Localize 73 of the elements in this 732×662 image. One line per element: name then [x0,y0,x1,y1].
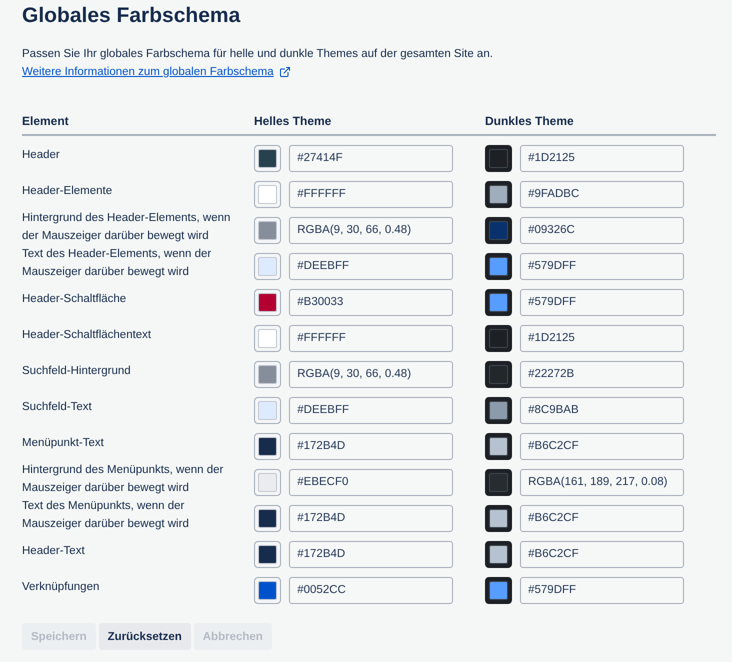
color-value-field[interactable]: #9FADBC [520,180,684,208]
color-picker-button[interactable] [254,144,282,172]
column-header: Dunkles Theme [484,114,574,128]
element-label: Suchfeld-Text [22,401,92,413]
color-value-field[interactable]: #1D2125 [520,144,684,172]
color-picker-button[interactable] [485,180,512,208]
column-header: Helles Theme [254,114,332,128]
color-picker-button[interactable] [254,360,282,388]
color-picker-button[interactable] [485,576,512,604]
color-value-field[interactable]: #FFFFFF [289,324,454,352]
color-value-field[interactable]: #172B4D [289,432,454,460]
color-picker-button[interactable] [485,396,512,424]
color-picker-button[interactable] [485,504,512,532]
color-picker-button[interactable] [254,468,282,496]
color-value-field[interactable]: RGBA(161, 189, 217, 0.08) [520,468,684,496]
color-picker-button[interactable] [254,396,282,424]
color-picker-button[interactable] [485,144,512,172]
color-picker-button[interactable] [254,576,282,604]
page-title: Globales Farbschema [22,3,240,29]
color-value-field[interactable]: RGBA(9, 30, 66, 0.48) [289,360,454,388]
color-value-field[interactable]: #DEEBFF [289,252,454,280]
color-picker-button[interactable] [485,432,512,460]
color-value-field[interactable]: RGBA(9, 30, 66, 0.48) [289,216,454,244]
element-label: Text des Header-Elements, wenn der Mauszeiger darüber bewegt wird [22,248,212,278]
color-picker-button[interactable] [254,504,282,532]
color-picker-button[interactable] [254,216,282,244]
color-picker-button[interactable] [254,540,282,568]
element-label: Verknüpfungen [22,581,100,593]
element-label: Header-Schaltflächentext [22,329,152,341]
element-label: Header-Elemente [22,185,112,197]
color-picker-button[interactable] [485,288,512,316]
color-value-field[interactable]: #172B4D [289,540,454,568]
color-value-field[interactable]: #0052CC [289,576,454,604]
element-label: Menüpunkt-Text [22,437,104,449]
color-value-field[interactable]: #B6C2CF [520,432,684,460]
color-value-field[interactable]: #579DFF [520,576,684,604]
action-button[interactable]: Zurücksetzen [98,623,191,650]
color-picker-button[interactable] [485,540,512,568]
color-picker-button[interactable] [485,360,512,388]
external-link-icon [278,66,291,78]
element-label: Suchfeld-Hintergrund [22,365,131,377]
column-header: Element [22,114,69,128]
color-value-field[interactable]: #DEEBFF [289,396,454,424]
description-text: Passen Sie Ihr globales Farbschema für helle und dunkle Themes auf der gesamten Site an. Weitere Informationen zum globalen Farbschema [22,45,716,81]
color-value-field[interactable]: #FFFFFF [289,180,454,208]
color-picker-button[interactable] [485,324,512,352]
color-value-field[interactable]: #8C9BAB [520,396,684,424]
color-picker-button[interactable] [254,180,282,208]
color-picker-button[interactable] [254,252,282,280]
element-label: Text des Menüpunkts, wenn der Mauszeiger darüber bewegt wird [22,500,189,530]
color-value-field[interactable]: #B6C2CF [520,540,684,568]
color-picker-button[interactable] [254,324,282,352]
color-value-field[interactable]: #B6C2CF [520,504,684,532]
color-picker-button[interactable] [485,216,512,244]
color-value-field[interactable]: #172B4D [289,504,454,532]
element-label: Header-Schaltfläche [22,293,126,305]
color-value-field[interactable]: #B30033 [289,288,454,316]
color-value-field[interactable]: #579DFF [520,288,684,316]
color-value-field[interactable]: #579DFF [520,252,684,280]
element-label: Header-Text [22,545,85,557]
info-link[interactable]: Weitere Informationen zum globalen Farbschema [22,63,291,81]
color-picker-button[interactable] [485,468,512,496]
color-value-field[interactable]: #EBECF0 [289,468,454,496]
color-value-field[interactable]: #09326C [520,216,684,244]
color-value-field[interactable]: #22272B [520,360,684,388]
color-picker-button[interactable] [485,252,512,280]
color-value-field[interactable]: #27414F [289,144,454,172]
element-label: Hintergrund des Menüpunkts, wenn der Mauszeiger darüber bewegt wird [22,464,224,494]
element-label: Header [22,149,60,161]
color-picker-button[interactable] [254,288,282,316]
element-label: Hintergrund des Header-Elements, wenn der Mauszeiger darüber bewegt wird [22,212,230,242]
color-picker-button[interactable] [254,432,282,460]
color-value-field[interactable]: #1D2125 [520,324,684,352]
